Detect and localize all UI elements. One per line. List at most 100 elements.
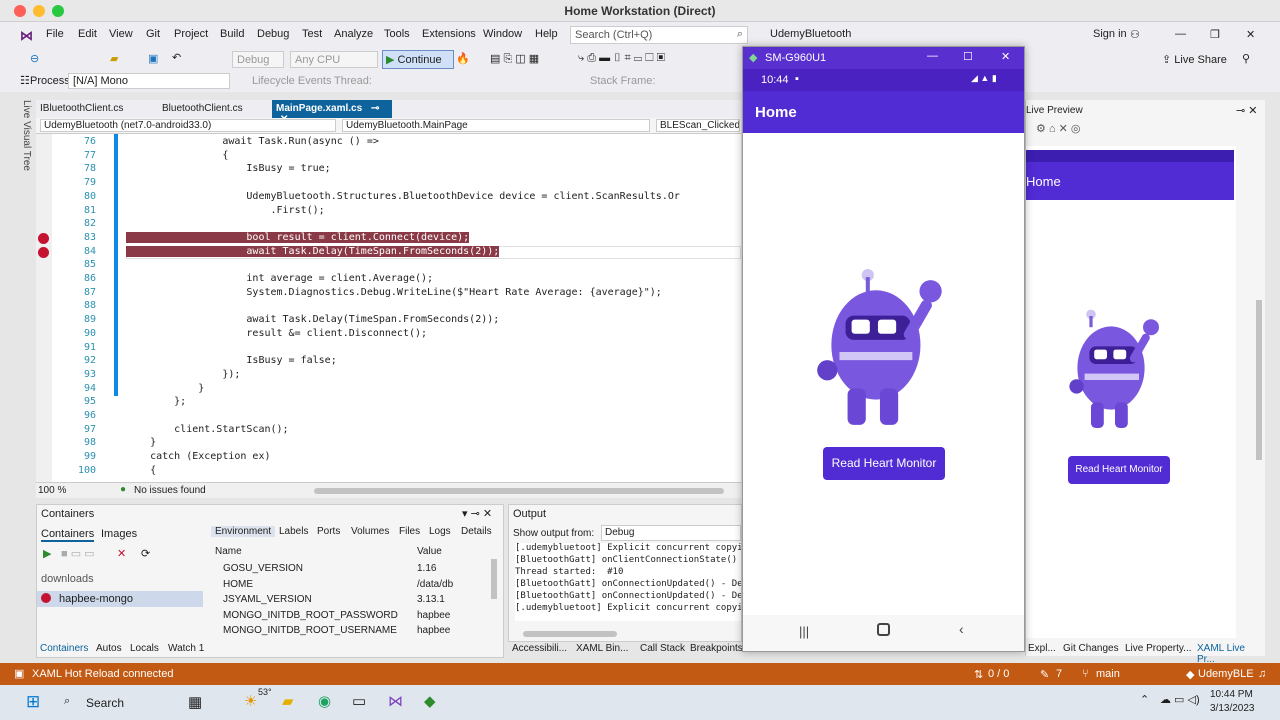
visual-studio-icon[interactable]: ⋈ [388,692,403,710]
emulator-close-icon[interactable]: ✕ [1001,50,1010,63]
save-icon[interactable]: ▣ [148,52,158,65]
menu-extensions[interactable]: Extensions [422,28,476,40]
feedback-icon[interactable]: ⚲ [1242,52,1250,65]
terminal-icon[interactable]: ▭ [352,692,366,710]
menu-project[interactable]: Project [174,28,208,40]
code-line[interactable]: int average = client.Average(); [126,273,433,284]
search-box[interactable]: Search (Ctrl+Q) ⌕ [570,26,748,44]
menu-window[interactable]: Window [483,28,522,40]
bottom-tab-xaml-binding[interactable]: XAML Bin... [576,643,628,654]
read-heart-monitor-button[interactable]: Read Heart Monitor [823,447,945,480]
tray-icons[interactable]: ☁ ▭ ◁) [1160,693,1200,706]
live-visual-tree-rail[interactable]: Live Visual Tree [18,100,32,200]
live-preview-pin-icon[interactable]: ⊸ ✕ [1236,104,1258,117]
restore-icon[interactable]: ❐ [1210,28,1220,41]
bottom-tab-autos[interactable]: Autos [96,643,122,654]
live-preview-tools-icon[interactable]: ⚙ ⌂ ✕ ◎ [1036,122,1081,135]
menu-build[interactable]: Build [220,28,244,40]
code-line[interactable]: { [126,465,156,476]
open-icon[interactable]: ▰ [110,52,118,65]
clock-time[interactable]: 10:44 PM [1210,689,1253,700]
code-line[interactable]: await Task.Delay(TimeSpan.FromSeconds(2)… [126,314,499,325]
env-scrollbar[interactable] [491,559,497,599]
sync-count[interactable]: 0 / 0 [988,668,1009,680]
env-tab-volumes[interactable]: Volumes [351,526,389,537]
env-var-name[interactable]: MONGO_INITDB_ROOT_USERNAME [223,625,397,636]
back-icon[interactable]: ⊖ [30,52,39,65]
bottom-tab-explorer[interactable]: Expl... [1028,643,1056,654]
env-var-name[interactable]: MONGO_INITDB_ROOT_PASSWORD [223,610,398,621]
tab-ibluetoothclient[interactable]: IBluetoothClient.cs [36,100,156,118]
code-line[interactable]: catch (Exception ex) [126,451,270,462]
env-var-name[interactable]: HOME [223,579,253,590]
containers-tab[interactable]: Containers [41,528,95,542]
code-line[interactable]: System.Diagnostics.Debug.WriteLine($"Hea… [126,287,661,298]
process-select[interactable]: [N/A] Mono [68,73,230,89]
code-line[interactable]: client.StartScan(); [126,424,288,435]
menu-view[interactable]: View [109,28,133,40]
code-line[interactable]: UdemyBluetooth.Structures.BluetoothDevic… [126,191,679,202]
delete-icon[interactable]: ✕ [117,547,126,560]
env-var-value[interactable]: /data/db [417,579,453,590]
platform-select[interactable]: Any CPU [290,51,378,68]
breakpoint-margin[interactable] [36,134,52,482]
env-tab-labels[interactable]: Labels [279,526,308,537]
col-value-header[interactable]: Value [417,546,442,557]
menu-edit[interactable]: Edit [78,28,97,40]
bottom-tab-live-property[interactable]: Live Property... [1125,643,1192,654]
repo-name[interactable]: UdemyBLE [1198,668,1254,680]
menu-file[interactable]: File [46,28,64,40]
menu-help[interactable]: Help [535,28,558,40]
menu-git[interactable]: Git [146,28,160,40]
menu-test[interactable]: Test [302,28,322,40]
panel-options-icon[interactable]: ▾ ⊸ ✕ [462,507,492,520]
weather-icon[interactable]: ☀ [244,692,257,710]
debug-step-icons[interactable]: ⤷ ⎙ ▬ ▯ ⌗ ▭ ☐ ▣ [578,52,665,65]
bottom-tab-call-stack[interactable]: Call Stack [640,643,685,654]
clock-date[interactable]: 3/13/2023 [1210,703,1255,714]
project-dropdown[interactable]: UdemyBluetooth (net7.0-android33.0) [40,119,336,132]
account-icon[interactable]: ⚇ [1130,28,1140,41]
env-var-value[interactable]: 1.16 [417,563,436,574]
code-line[interactable]: result &= client.Disconnect(); [126,328,427,339]
config-select[interactable]: Debug [232,51,284,68]
code-line[interactable]: bool result = client.Connect(device); [126,231,470,243]
edit-count[interactable]: 7 [1056,668,1062,680]
env-tab-files[interactable]: Files [399,526,420,537]
zoom-level[interactable]: 100 % [38,485,66,496]
output-source-select[interactable]: Debug [601,525,741,541]
continue-button[interactable]: ▶ Continue [382,50,454,69]
branch-name[interactable]: main [1096,668,1120,680]
issues-label[interactable]: No issues found [134,485,206,496]
images-tab[interactable]: Images [101,528,137,540]
tray-chevron-icon[interactable]: ⌃ [1140,693,1149,706]
hot-reload-icon[interactable]: 🔥 [456,52,470,65]
env-var-value[interactable]: hapbee [417,625,450,636]
bottom-tab-watch[interactable]: Watch 1 [168,643,204,654]
menu-tools[interactable]: Tools [384,28,410,40]
bottom-tab-accessibility[interactable]: Accessibili... [512,643,567,654]
start-icon[interactable]: ⊞ [26,692,40,712]
android-emulator-icon[interactable]: ◆ [424,692,436,710]
breakpoint-icon[interactable] [38,247,49,258]
close-icon[interactable]: ✕ [1246,28,1255,41]
sign-in-link[interactable]: Sign in [1093,28,1127,40]
code-line[interactable]: } [126,383,204,394]
breakpoint-icon[interactable] [38,233,49,244]
env-var-value[interactable]: hapbee [417,610,450,621]
env-tab-environment[interactable]: Environment [211,526,276,537]
class-dropdown[interactable]: UdemyBluetooth.MainPage [342,119,650,132]
menu-debug[interactable]: Debug [257,28,289,40]
bottom-tab-breakpoints[interactable]: Breakpoints [690,643,743,654]
menu-analyze[interactable]: Analyze [334,28,373,40]
env-var-value[interactable]: 3.13.1 [417,594,445,605]
env-var-name[interactable]: JSYAML_VERSION [223,594,312,605]
recent-apps-icon[interactable]: ||| [799,624,809,639]
undo-icon[interactable]: ↶ [172,51,181,64]
widgets-icon[interactable]: ▦ [188,693,202,711]
minimize-icon[interactable]: — [1175,28,1186,40]
container-actions-icon[interactable]: ■ ▭ ▭ [61,547,95,560]
start-icon[interactable]: ▶ [43,547,51,560]
emulator-maximize-icon[interactable]: ☐ [963,50,973,63]
code-line[interactable]: IsBusy = false; [126,355,336,366]
